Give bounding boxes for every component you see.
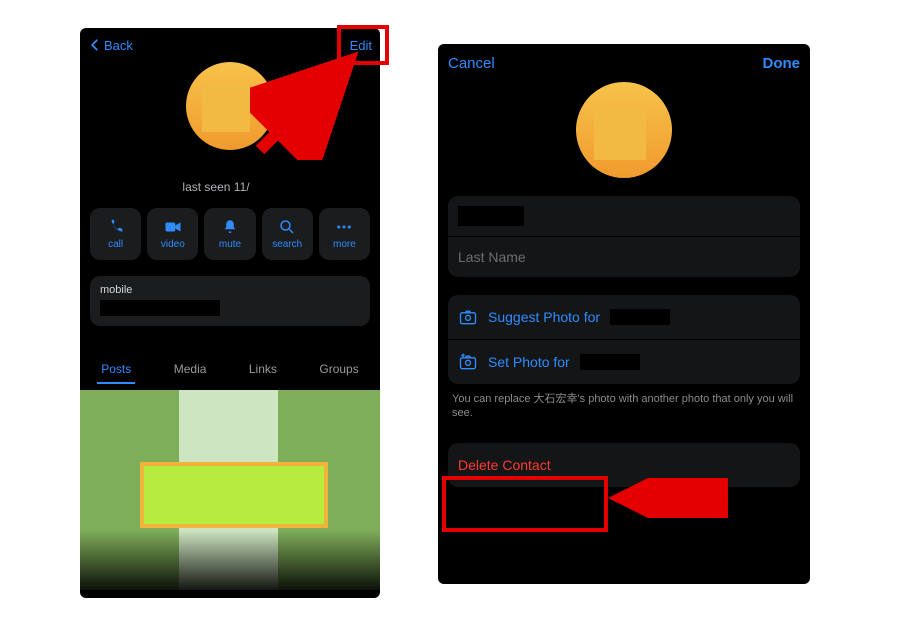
video-button[interactable]: video: [147, 208, 198, 260]
photo-hint: You can replace 大石宏幸's photo with anothe…: [452, 392, 796, 421]
more-icon: [335, 218, 353, 236]
edit-label: Edit: [350, 38, 372, 53]
nav-bar: Back Edit: [80, 28, 380, 62]
mute-label: mute: [219, 239, 241, 250]
phone-number-redacted: [100, 300, 220, 316]
last-seen-status: last seen 11/: [80, 180, 380, 194]
video-label: video: [161, 239, 185, 250]
cancel-button[interactable]: Cancel: [448, 55, 495, 72]
contact-profile-screen: Back Edit last seen 11/ call video mute: [80, 28, 380, 598]
mute-button[interactable]: mute: [204, 208, 255, 260]
tab-links[interactable]: Links: [245, 356, 281, 384]
avatar-placeholder-icon: [594, 108, 646, 160]
camera-icon: [458, 307, 478, 327]
search-label: search: [272, 239, 302, 250]
delete-section: Delete Contact: [448, 443, 800, 487]
nav-bar: Cancel Done: [438, 44, 810, 82]
mobile-label: mobile: [100, 284, 360, 296]
more-button[interactable]: more: [319, 208, 370, 260]
quick-actions: call video mute search more: [90, 208, 370, 260]
suggest-photo-label: Suggest Photo for: [488, 309, 600, 325]
search-icon: [278, 218, 296, 236]
post-thumbnail-redacted: [140, 462, 328, 528]
camera-plus-icon: [458, 352, 478, 372]
search-button[interactable]: search: [262, 208, 313, 260]
posts-grid[interactable]: [80, 390, 380, 590]
suggest-photo-button[interactable]: Suggest Photo for: [448, 295, 800, 340]
name-fields: Last Name: [448, 196, 800, 277]
set-photo-label: Set Photo for: [488, 354, 570, 370]
phone-number-cell[interactable]: mobile: [90, 276, 370, 326]
last-name-field[interactable]: Last Name: [448, 237, 800, 277]
call-button[interactable]: call: [90, 208, 141, 260]
contact-name-redacted: [182, 156, 278, 174]
done-label: Done: [763, 55, 801, 72]
call-label: call: [108, 239, 123, 250]
back-button[interactable]: Back: [88, 38, 133, 53]
chevron-left-icon: [88, 38, 102, 52]
avatar[interactable]: [186, 62, 274, 150]
redacted: [580, 354, 640, 370]
redacted: [610, 309, 670, 325]
tab-media[interactable]: Media: [170, 356, 211, 384]
avatar-placeholder-icon: [202, 84, 250, 132]
redacted: [250, 183, 278, 193]
last-seen-text: last seen 11/: [182, 180, 249, 194]
profile-tabs: Posts Media Links Groups: [80, 356, 380, 384]
edit-button[interactable]: Edit: [350, 38, 372, 53]
tab-posts[interactable]: Posts: [97, 356, 135, 384]
cancel-label: Cancel: [448, 55, 495, 72]
set-photo-button[interactable]: Set Photo for: [448, 340, 800, 384]
video-icon: [164, 218, 182, 236]
delete-contact-label: Delete Contact: [458, 457, 551, 473]
first-name-redacted: [458, 206, 524, 226]
edit-contact-screen: Cancel Done Last Name Suggest Photo for …: [438, 44, 810, 584]
phone-icon: [107, 218, 125, 236]
delete-contact-button[interactable]: Delete Contact: [448, 443, 800, 487]
first-name-field[interactable]: [448, 196, 800, 237]
bell-icon: [221, 218, 239, 236]
last-name-placeholder: Last Name: [458, 249, 526, 265]
back-label: Back: [104, 38, 133, 53]
photo-actions: Suggest Photo for Set Photo for: [448, 295, 800, 384]
tab-groups[interactable]: Groups: [315, 356, 362, 384]
avatar[interactable]: [576, 82, 672, 178]
done-button[interactable]: Done: [763, 55, 801, 72]
gradient-overlay: [80, 530, 380, 590]
more-label: more: [333, 239, 356, 250]
